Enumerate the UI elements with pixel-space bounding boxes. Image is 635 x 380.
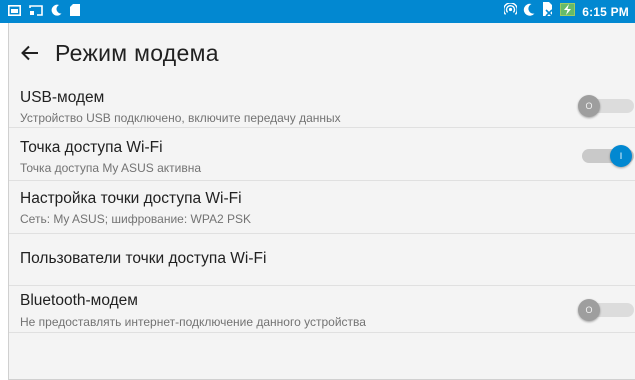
setting-wifi-hotspot-setup[interactable]: Настройка точки доступа Wi-Fi Сеть: My A…: [9, 181, 635, 234]
switch-thumb: O: [578, 299, 600, 321]
cast-icon: [29, 3, 43, 21]
bluetooth-tethering-switch[interactable]: O: [578, 299, 634, 321]
setting-title: Настройка точки доступа Wi-Fi: [20, 190, 242, 207]
usb-tethering-switch[interactable]: O: [578, 95, 634, 117]
setting-title: USB-модем: [20, 89, 105, 106]
page-title: Режим модема: [55, 40, 219, 66]
wifi-hotspot-switch[interactable]: I: [578, 145, 634, 167]
setting-title: Пользователи точки доступа Wi-Fi: [20, 250, 267, 267]
switch-thumb: O: [578, 95, 600, 117]
setting-subtitle: Устройство USB подключено, включите пере…: [20, 111, 341, 125]
setting-usb-tethering[interactable]: USB-модем Устройство USB подключено, вкл…: [9, 85, 635, 128]
setting-title: Bluetooth-модем: [20, 292, 138, 309]
setting-subtitle: Сеть: My ASUS; шифрование: WPA2 PSK: [20, 212, 251, 226]
status-bar: 6:15 PM: [0, 0, 635, 23]
hotspot-icon: [503, 1, 519, 21]
sim-no-signal-icon: [541, 2, 554, 21]
moon-icon: [523, 3, 535, 21]
moon-icon: [51, 3, 62, 21]
gallery-icon: [8, 3, 21, 21]
sd-card-icon: [70, 3, 80, 21]
switch-thumb: I: [610, 145, 632, 167]
setting-title: Точка доступа Wi-Fi: [20, 139, 163, 156]
setting-subtitle: Точка доступа My ASUS активна: [20, 161, 202, 175]
setting-wifi-hotspot-users[interactable]: Пользователи точки доступа Wi-Fi: [9, 234, 635, 286]
battery-charging-icon: [560, 2, 576, 21]
setting-subtitle: Не предоставлять интернет-подключение да…: [20, 315, 366, 329]
status-time: 6:15 PM: [582, 4, 629, 19]
setting-bluetooth-tethering[interactable]: Bluetooth-модем Не предоставлять интерне…: [9, 286, 635, 333]
app-bar: Режим модема: [9, 23, 635, 85]
back-arrow-icon[interactable]: [18, 41, 42, 65]
setting-wifi-hotspot[interactable]: Точка доступа Wi-Fi Точка доступа My ASU…: [9, 128, 635, 181]
settings-screen: Режим модема USB-модем Устройство USB по…: [8, 23, 635, 380]
